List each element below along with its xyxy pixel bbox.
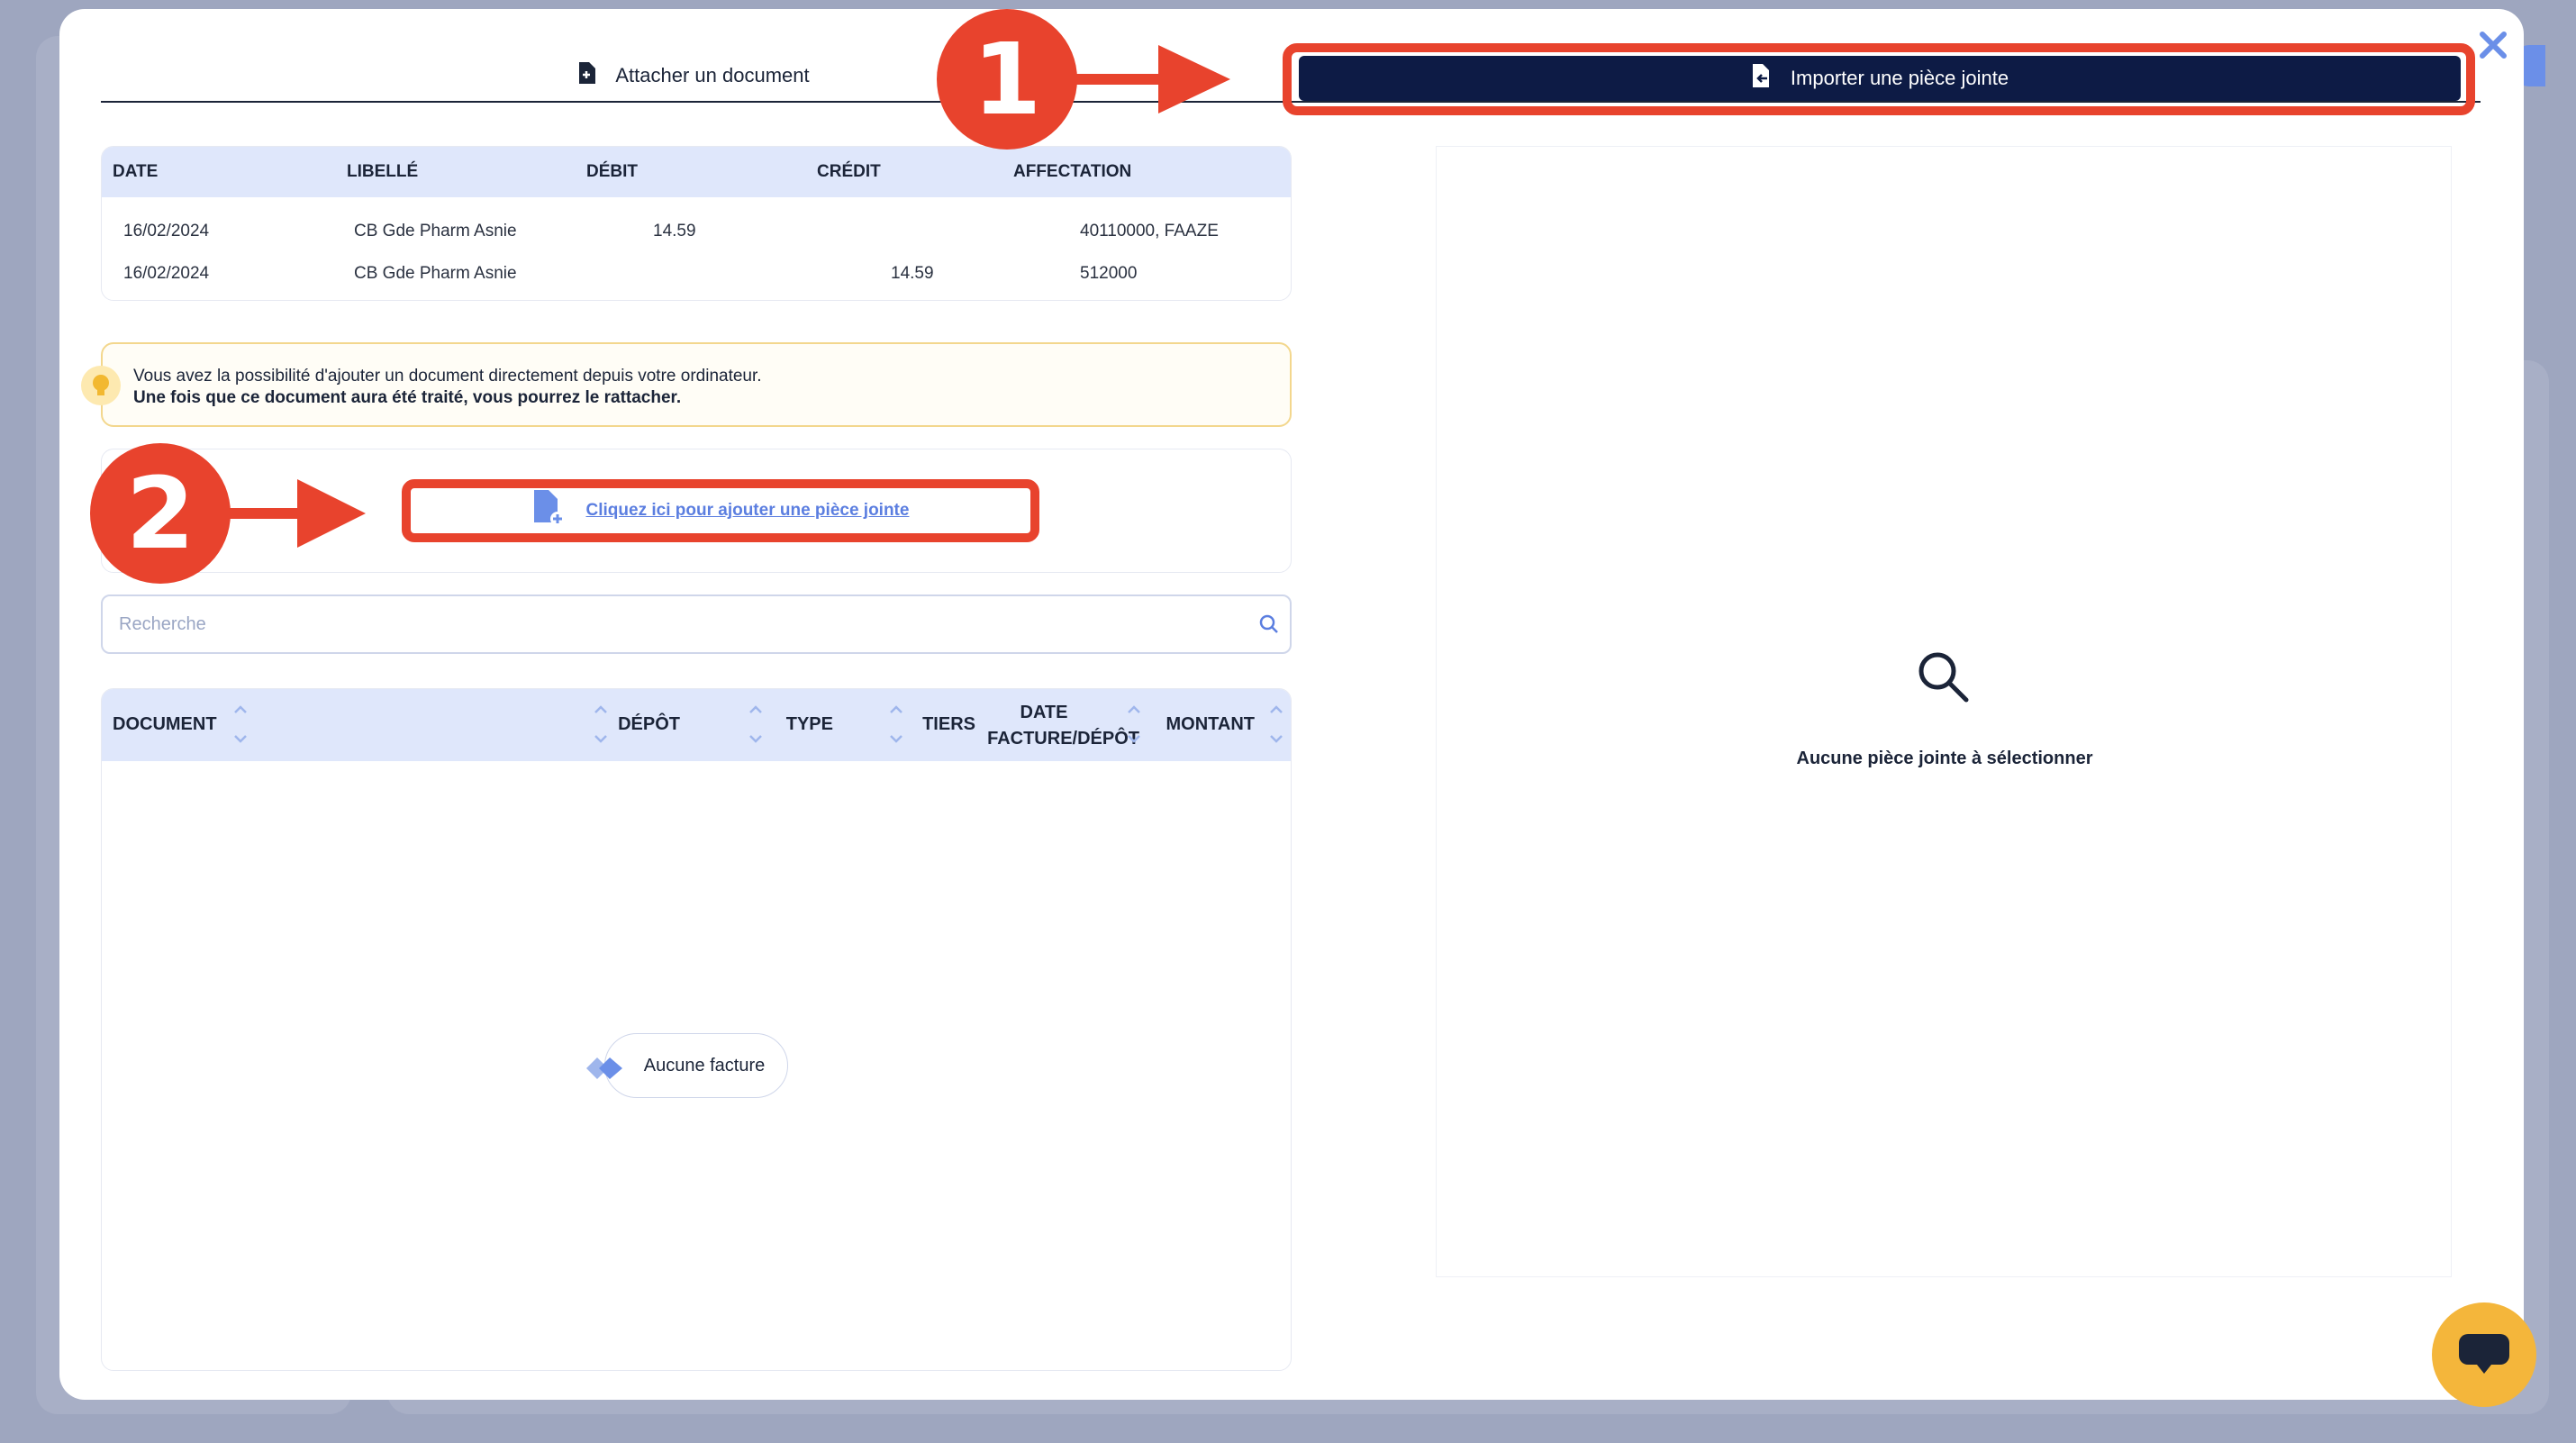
info-line-1: Vous avez la possibilité d'ajouter un do… — [133, 367, 762, 386]
chat-icon — [2457, 1330, 2511, 1380]
col-debit: DÉBIT — [586, 162, 638, 181]
annotation-arrow-2 — [225, 479, 366, 548]
transactions-table: DATE LIBELLÉ DÉBIT CRÉDIT AFFECTATION 16… — [101, 146, 1292, 301]
col-document[interactable]: DOCUMENT — [113, 714, 217, 735]
cell-affectation: 512000 — [1080, 263, 1138, 283]
add-attachment-button[interactable]: Cliquez ici pour ajouter une pièce joint… — [402, 479, 1039, 542]
sort-icon[interactable] — [231, 700, 249, 750]
empty-state-text: Aucune facture — [643, 1055, 766, 1075]
annotation-badge-2: 2 — [90, 443, 231, 584]
search-box — [101, 594, 1292, 654]
add-attachment-label: Cliquez ici pour ajouter une pièce joint… — [585, 501, 910, 520]
col-label: LIBELLÉ — [347, 162, 419, 181]
sort-icon[interactable] — [592, 700, 610, 750]
preview-empty-text: Aucune pièce jointe à sélectionner — [1796, 749, 2093, 768]
search-input[interactable] — [119, 596, 1236, 652]
empty-state-pill: Aucune facture — [604, 1033, 788, 1098]
cell-date: 16/02/2024 — [123, 263, 210, 283]
documents-table-header: DOCUMENT DÉPÔT TYPE TIERS DATE FACTURE/D… — [102, 689, 1291, 761]
sort-icon[interactable] — [887, 700, 905, 750]
annotation-arrow-1 — [1072, 45, 1230, 113]
tab-attach-label: Attacher un document — [615, 64, 810, 86]
attachment-preview-panel: Aucune pièce jointe à sélectionner — [1436, 146, 2452, 1277]
sort-icon[interactable] — [747, 700, 765, 750]
file-icon — [577, 62, 596, 89]
cell-label: CB Gde Pharm Asnie — [354, 221, 517, 240]
table-row: 16/02/2024 CB Gde Pharm Asnie 14.59 5120… — [102, 252, 1291, 295]
file-add-icon — [532, 490, 565, 531]
transactions-table-header: DATE LIBELLÉ DÉBIT CRÉDIT AFFECTATION — [102, 147, 1291, 197]
chat-button[interactable] — [2432, 1302, 2536, 1407]
close-icon[interactable] — [2475, 27, 2511, 63]
cell-affectation: 40110000, FAAZE — [1080, 221, 1219, 240]
search-icon[interactable] — [1257, 613, 1281, 640]
documents-table: DOCUMENT DÉPÔT TYPE TIERS DATE FACTURE/D… — [101, 688, 1292, 1371]
annotation-badge-1: 1 — [937, 9, 1077, 150]
col-credit: CRÉDIT — [817, 162, 881, 181]
col-date: DATE — [113, 162, 159, 181]
empty-invoice-icon — [583, 1053, 626, 1088]
info-banner: Vous avez la possibilité d'ajouter un do… — [101, 342, 1292, 427]
cell-date: 16/02/2024 — [123, 221, 210, 240]
col-affectation: AFFECTATION — [1013, 162, 1132, 181]
table-row: 16/02/2024 CB Gde Pharm Asnie 14.59 4011… — [102, 210, 1291, 252]
cell-debit: 14.59 — [653, 221, 696, 240]
annotation-highlight-import — [1283, 43, 2475, 115]
info-line-2: Une fois que ce document aura été traité… — [133, 388, 682, 407]
sort-icon[interactable] — [1125, 700, 1143, 750]
sort-icon[interactable] — [1267, 700, 1285, 750]
lightbulb-icon — [81, 366, 121, 405]
cell-label: CB Gde Pharm Asnie — [354, 263, 517, 283]
col-montant[interactable]: MONTANT — [1161, 714, 1256, 735]
search-icon — [1916, 649, 1972, 710]
cell-credit: 14.59 — [891, 263, 934, 283]
